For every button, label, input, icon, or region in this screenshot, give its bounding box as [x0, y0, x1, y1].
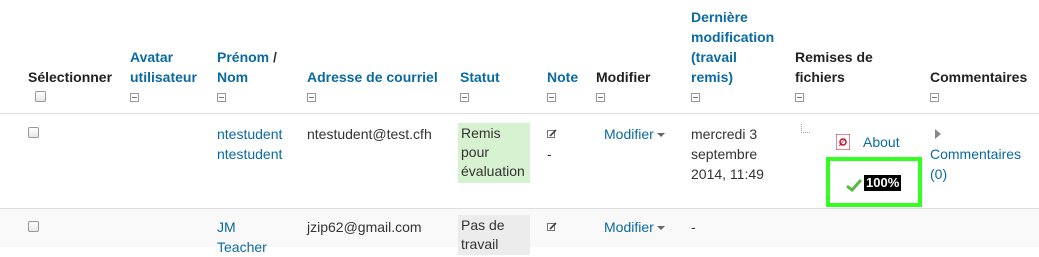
header-grade[interactable]: Note — [547, 67, 578, 87]
modified-line3: 2014, 11:49 — [691, 166, 764, 182]
collapse-name-icon[interactable] — [217, 93, 226, 102]
header-files-line1: Remises de — [795, 49, 873, 65]
edit-grade-icon[interactable] — [547, 222, 557, 232]
header-comments: Commentaires — [930, 69, 1028, 85]
collapse-status-icon[interactable] — [460, 93, 469, 102]
last-modified: mercredi 3 septembre 2014, 11:49 — [691, 124, 764, 184]
user-email: jzip62@gmail.com — [307, 219, 422, 235]
collapse-comments-icon[interactable] — [930, 93, 939, 102]
status-line1: Remis — [461, 125, 501, 141]
header-divider — [0, 113, 1039, 114]
comments-count: (0) — [930, 166, 948, 182]
user-name-link[interactable]: JM Teacher — [217, 217, 267, 257]
status-line2: travail — [461, 236, 499, 252]
row-select-checkbox[interactable] — [28, 221, 39, 232]
checkmark-icon — [846, 178, 862, 192]
collapse-edit-icon[interactable] — [596, 93, 605, 102]
last-name: ntestudent — [217, 146, 283, 162]
comments-label: Commentaires — [930, 146, 1022, 162]
user-email: ntestudent@test.cfh — [307, 126, 432, 142]
chevron-down-icon — [656, 133, 665, 138]
status-line2: pour — [461, 144, 490, 160]
edit-grade-icon[interactable] — [547, 129, 557, 139]
edit-menu-label: Modifier — [604, 126, 654, 142]
last-name: Teacher — [217, 239, 267, 255]
header-modified-line2: modification — [691, 29, 775, 45]
expand-comments-icon[interactable] — [935, 129, 941, 139]
file-link-line1[interactable]: About — [863, 132, 900, 152]
first-name: JM — [217, 219, 236, 235]
header-modified-line4: remis) — [691, 69, 734, 85]
status-line3: évaluation — [461, 163, 525, 179]
collapse-avatar-icon[interactable] — [130, 93, 139, 102]
modified-line2: septembre — [691, 146, 758, 162]
chevron-down-icon — [656, 226, 665, 231]
grade-value: - — [547, 146, 552, 162]
header-avatar-line2: utilisateur — [130, 69, 197, 85]
comments-link[interactable]: Commentaires (0) — [930, 144, 1021, 184]
status-badge: Pas de travail — [458, 215, 530, 255]
header-name-separator: / — [269, 49, 277, 65]
header-file-submissions: Remises de fichiers — [795, 47, 873, 87]
pdf-file-icon — [836, 134, 850, 150]
header-modified-line1: Dernière — [691, 9, 748, 25]
score-highlight-box: 100% — [826, 157, 922, 207]
header-last-modified[interactable]: Dernière modification (travail remis) — [691, 7, 774, 87]
collapse-files-icon[interactable] — [795, 93, 804, 102]
header-avatar-line1: Avatar — [130, 49, 174, 65]
user-name-link[interactable]: ntestudent ntestudent — [217, 124, 282, 164]
header-edit: Modifier — [596, 69, 651, 85]
tree-connector — [801, 124, 810, 133]
edit-menu[interactable]: Modifier — [604, 217, 665, 237]
collapse-grade-icon[interactable] — [547, 93, 556, 102]
row-select-checkbox[interactable] — [28, 127, 39, 138]
sort-last-name-link[interactable]: Nom — [217, 67, 277, 87]
collapse-email-icon[interactable] — [307, 93, 316, 102]
modified-line1: mercredi 3 — [691, 126, 758, 142]
header-status[interactable]: Statut — [460, 67, 500, 87]
header-select: Sélectionner — [28, 69, 113, 85]
score-percentage: 100% — [864, 175, 902, 191]
last-modified: - — [691, 219, 696, 235]
edit-menu[interactable]: Modifier — [604, 124, 665, 144]
edit-menu-label: Modifier — [604, 219, 654, 235]
first-name: ntestudent — [217, 126, 283, 142]
collapse-modified-icon[interactable] — [691, 93, 700, 102]
header-avatar[interactable]: Avatar utilisateur — [130, 47, 197, 87]
header-files-line2: fichiers — [795, 69, 845, 85]
header-name: Prénom / Nom — [217, 47, 277, 87]
status-line1: Pas de — [461, 217, 505, 233]
header-modified-line3: (travail — [691, 49, 737, 65]
status-badge: Remis pour évaluation — [458, 123, 530, 183]
header-email[interactable]: Adresse de courriel — [307, 67, 438, 87]
sort-first-name-link[interactable]: Prénom — [217, 49, 269, 65]
select-all-checkbox[interactable] — [35, 91, 46, 102]
